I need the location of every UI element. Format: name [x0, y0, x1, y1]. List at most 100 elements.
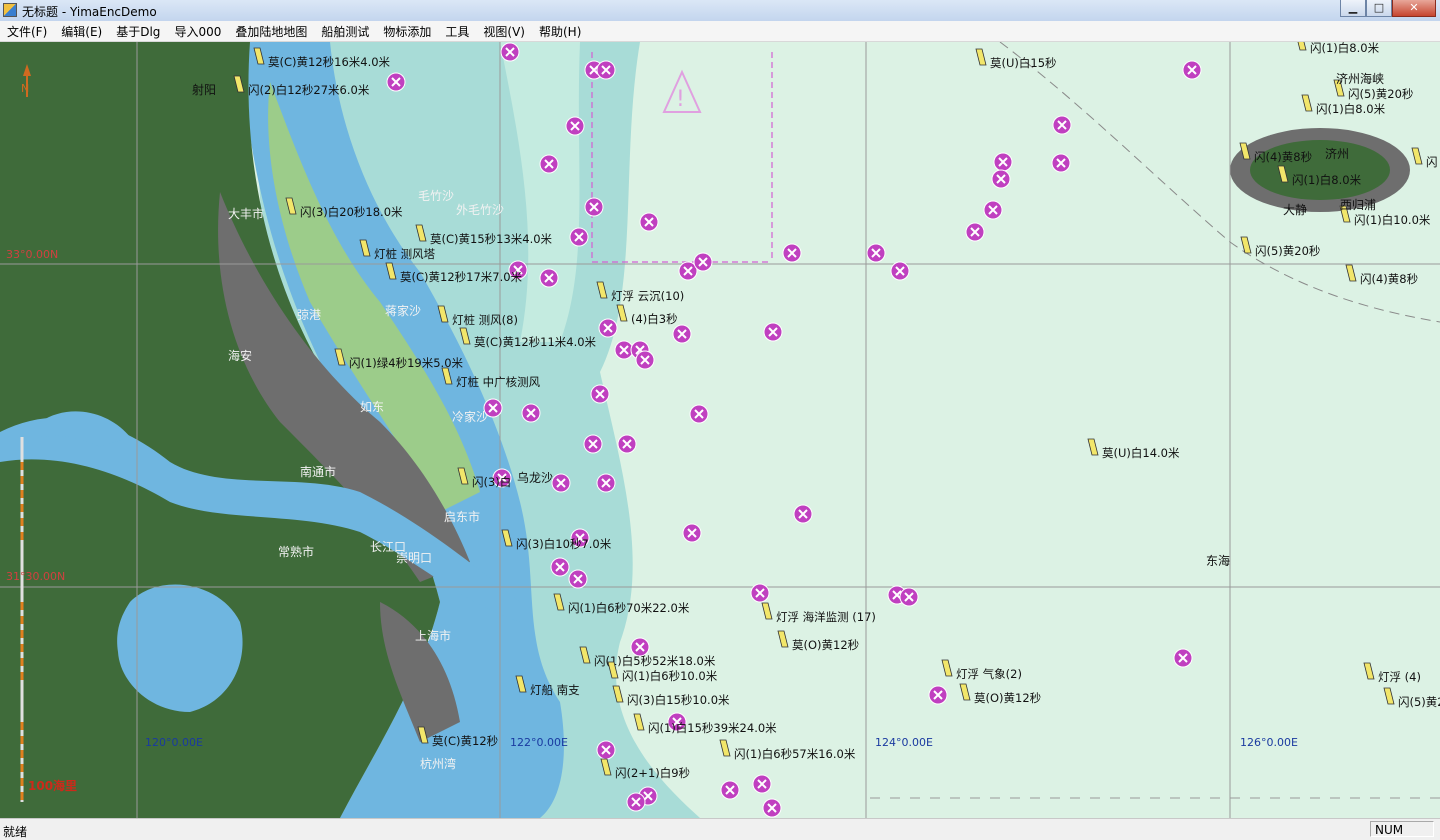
minimize-button[interactable]: ▁	[1340, 0, 1366, 17]
wreck-icon	[983, 200, 1003, 220]
menu-ship-test[interactable]: 船舶测试	[314, 23, 376, 40]
place-name: 冷家沙	[452, 409, 488, 424]
wreck-icon	[1051, 153, 1071, 173]
wreck-icon	[793, 504, 813, 524]
place-name: 毛竹沙	[418, 189, 454, 203]
wreck-icon	[598, 318, 618, 338]
svg-text:!: !	[676, 87, 685, 112]
light-label: 闪(3)白10秒7.0米	[516, 537, 612, 551]
window-title: 无标题 - YimaEncDemo	[22, 5, 157, 19]
place-name: 射阳	[192, 82, 216, 97]
wreck-icon	[617, 434, 637, 454]
wreck-icon	[866, 243, 886, 263]
light-label: 闪(1)白6秒70米22.0米	[568, 601, 690, 615]
wreck-icon	[762, 798, 782, 818]
menu-edit[interactable]: 编辑(E)	[54, 23, 109, 40]
light-label: 闪(1)白10.0米	[1354, 213, 1431, 227]
place-name: 外毛竹沙	[456, 203, 504, 217]
wreck-icon	[596, 473, 616, 493]
wreck-icon	[993, 152, 1013, 172]
light-label: 闪(1)白8.0米	[1292, 173, 1362, 187]
lon-124: 124°0.00E	[875, 736, 933, 749]
light-label: 闪(5)黄20秒	[1255, 244, 1320, 258]
wreck-icon	[614, 340, 634, 360]
place-name: 杭州湾	[420, 756, 456, 771]
maximize-button[interactable]: □	[1366, 0, 1392, 17]
status-bar: 就绪 NUM	[0, 818, 1440, 840]
light-label: 莫(C)黄12秒11米4.0米	[474, 335, 597, 349]
light-label: 灯桩 中广核测风	[456, 375, 541, 389]
menu-tools[interactable]: 工具	[438, 23, 476, 40]
place-name: 启东市	[444, 509, 480, 524]
wreck-icon	[596, 740, 616, 760]
wreck-icon	[539, 268, 559, 288]
wreck-icon	[596, 60, 616, 80]
wreck-icon	[991, 169, 1011, 189]
menu-import[interactable]: 导入000	[167, 23, 228, 40]
wreck-icon	[584, 197, 604, 217]
nautical-chart[interactable]: ! N 100海里 33°0.00N 31°30.00N 120°0.00E 1…	[0, 42, 1440, 818]
place-name: 上海市	[415, 628, 451, 643]
menu-add-object[interactable]: 物标添加	[376, 23, 438, 40]
light-label: 莫(U)白14.0米	[1102, 446, 1180, 460]
light-label: 莫(C)黄12秒	[432, 734, 498, 748]
wreck-icon	[569, 227, 589, 247]
light-label: 闪(2)白12秒27米6.0米	[248, 83, 370, 97]
menu-dlg[interactable]: 基于Dlg	[109, 23, 167, 40]
north-label: N	[21, 82, 29, 95]
wreck-icon	[565, 116, 585, 136]
light-label: 闪(3)白	[472, 475, 511, 489]
close-button[interactable]: ✕	[1392, 0, 1436, 17]
light-label: 闪(1)白6秒57米16.0米	[734, 747, 856, 761]
wreck-icon	[1173, 648, 1193, 668]
lat-33: 33°0.00N	[6, 248, 58, 261]
light-label: 莫(C)黄12秒17米7.0米	[400, 270, 523, 284]
place-name: 东海	[1206, 553, 1230, 568]
place-name: 蒋家沙	[385, 303, 421, 318]
menu-bar: 文件(F) 编辑(E) 基于Dlg 导入000 叠加陆地地图 船舶测试 物标添加…	[0, 21, 1440, 42]
wreck-icon	[639, 212, 659, 232]
wreck-icon	[682, 523, 702, 543]
light-label: 闪(2+1)白9秒	[615, 766, 690, 780]
menu-view[interactable]: 视图(V)	[476, 23, 532, 40]
place-name: 乌龙沙	[517, 470, 553, 485]
wreck-icon	[693, 252, 713, 272]
lat-31-30: 31°30.00N	[6, 570, 65, 583]
wreck-icon	[386, 72, 406, 92]
light-label: 闪(1)白8.0米	[1310, 42, 1380, 55]
chart-canvas[interactable]: ! N 100海里 33°0.00N 31°30.00N 120°0.00E 1…	[0, 42, 1440, 818]
light-label: 灯桩 测风塔	[374, 247, 436, 261]
wreck-icon	[890, 261, 910, 281]
light-label: 闪(1)白15秒39米24.0米	[648, 721, 777, 735]
menu-file[interactable]: 文件(F)	[0, 23, 54, 40]
menu-overlay-land[interactable]: 叠加陆地地图	[228, 23, 314, 40]
light-label: 莫(O)黄12秒	[974, 691, 1041, 705]
place-name: 如东	[360, 399, 384, 414]
wreck-icon	[1182, 60, 1202, 80]
menu-help[interactable]: 帮助(H)	[532, 23, 588, 40]
place-name: 崇明口	[396, 551, 432, 565]
place-name: 济州海峡	[1336, 71, 1384, 86]
jeju-interior	[1250, 140, 1390, 200]
light-label: 灯浮 云沉(10)	[611, 289, 684, 303]
place-name: 南通市	[300, 464, 336, 479]
lon-126: 126°0.00E	[1240, 736, 1298, 749]
wreck-icon	[752, 774, 772, 794]
light-label: 莫(U)白15秒	[990, 56, 1057, 70]
wreck-icon	[689, 404, 709, 424]
window-controls: ▁ □ ✕	[1340, 0, 1436, 18]
place-name: 西归浦	[1340, 198, 1376, 212]
place-name: 海安	[228, 348, 252, 363]
title-bar: 无标题 - YimaEncDemo ▁ □ ✕	[0, 0, 1440, 22]
lon-120: 120°0.00E	[145, 736, 203, 749]
light-label: (4)白3秒	[631, 312, 678, 326]
num-lock-indicator: NUM	[1370, 821, 1434, 837]
light-label: 莫(C)黄12秒16米4.0米	[268, 55, 391, 69]
light-label: 闪(1)白6秒10.0米	[622, 669, 718, 683]
place-name: 济州	[1325, 146, 1349, 161]
light-label: 闪	[1426, 155, 1438, 169]
wreck-icon	[763, 322, 783, 342]
lon-122: 122°0.00E	[510, 736, 568, 749]
wreck-icon	[928, 685, 948, 705]
wreck-icon	[583, 434, 603, 454]
